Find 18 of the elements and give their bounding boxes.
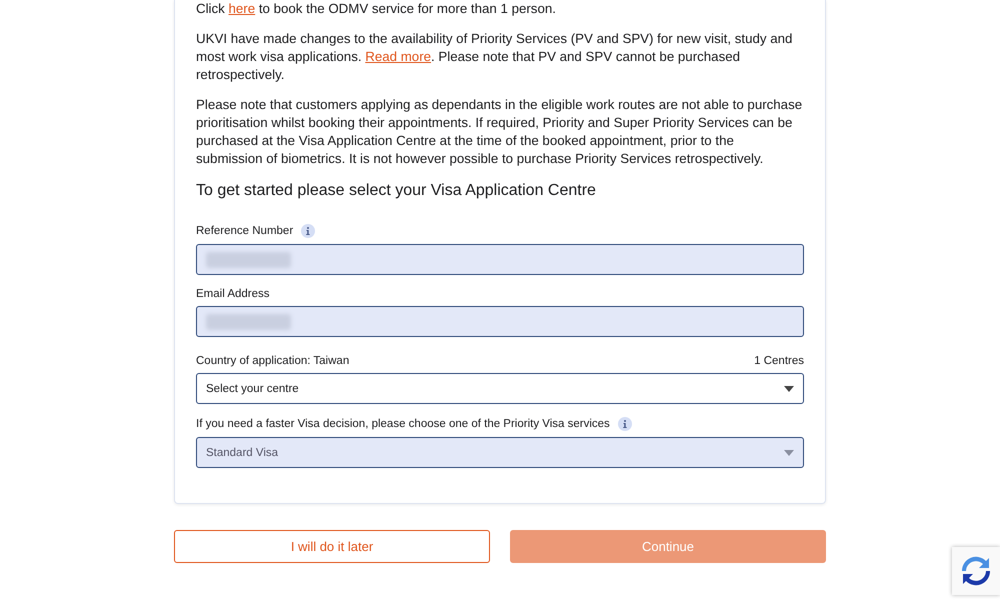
notice-text: Please note that customers applying as dependants in the eligible work routes are not able to purchase prioritisation whilst booking their appointments. If required, Priority and Super Priority Services can be purchased at the Visa Application Centre at the time of the booked appointment, prior to the submission of biometrics. It is not however possible to purchase Priority Services retrospectively. [196, 96, 804, 168]
caret-icon [784, 386, 794, 392]
link[interactable]: Read more [365, 49, 432, 64]
field-label: Email Address [196, 288, 270, 300]
input-field[interactable] [196, 306, 804, 337]
info-icon[interactable] [301, 224, 316, 238]
input-field[interactable] [196, 244, 804, 275]
field-label: Reference Number [196, 225, 294, 237]
notice-text: UKVI have made changes to the availability of Priority Services (PV and SPV) for new visit, study and most work visa applications. Read more. Please note that PV and SPV cannot be purchased retrospectively. [196, 30, 794, 84]
section-heading: To get started please select your Visa Application Centre [196, 182, 597, 200]
link[interactable]: here [228, 1, 256, 16]
select-field[interactable]: Select your centre [196, 373, 804, 404]
field-label: If you need a faster Visa decision, please choose one of the Priority Visa services [196, 418, 610, 430]
later-button[interactable]: I will do it later [174, 530, 490, 563]
notice-text: Click here to book the ODMV service for more than 1 person. [196, 0, 557, 18]
centre-count: 1 Centres [754, 355, 804, 367]
caret-icon [784, 450, 794, 456]
field-label: Country of application: Taiwan [196, 355, 350, 367]
